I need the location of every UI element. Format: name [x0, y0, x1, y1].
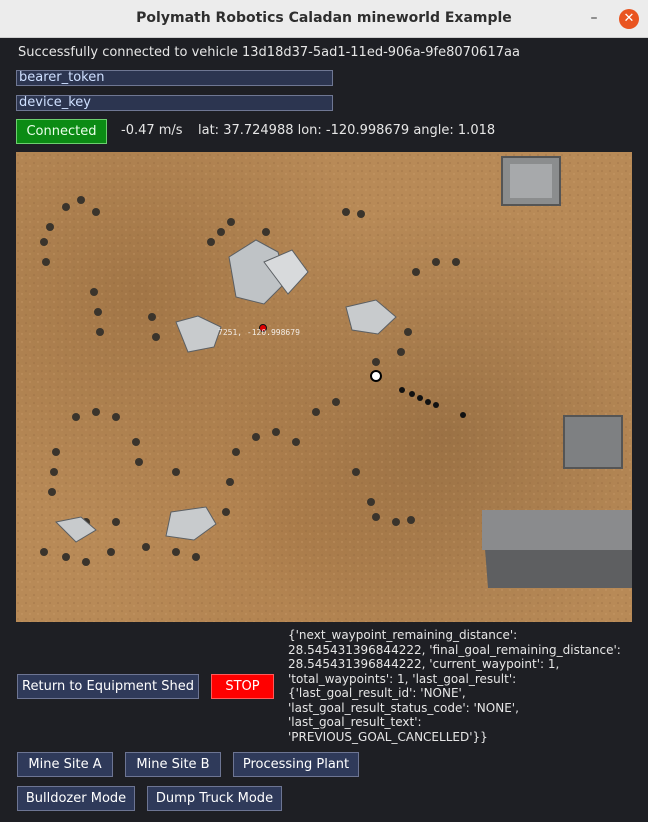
aerial-map[interactable]: 7251, -120.998679 — [16, 152, 632, 622]
map-coordinate-label: 7251, -120.998679 — [218, 328, 300, 337]
connected-button[interactable]: Connected — [16, 119, 107, 144]
position-readout: lat: 37.724988 lon: -120.998679 angle: 1… — [198, 123, 496, 138]
speed-readout: -0.47 m/s — [121, 123, 183, 138]
goal-status-text: {'next_waypoint_remaining_distance': 28.… — [288, 628, 621, 744]
stop-button[interactable]: STOP — [211, 674, 274, 699]
close-button[interactable]: ✕ — [619, 9, 639, 29]
return-to-equipment-shed-button[interactable]: Return to Equipment Shed — [17, 674, 199, 699]
minimize-button[interactable]: – — [586, 10, 602, 26]
bulldozer-mode-button[interactable]: Bulldozer Mode — [17, 786, 135, 811]
connection-status-text: Successfully connected to vehicle 13d18d… — [18, 45, 520, 60]
title-bar: Polymath Robotics Caladan mineworld Exam… — [0, 0, 648, 38]
mine-site-a-button[interactable]: Mine Site A — [17, 752, 113, 777]
processing-plant-button[interactable]: Processing Plant — [233, 752, 359, 777]
app-window: Polymath Robotics Caladan mineworld Exam… — [0, 0, 648, 822]
device-key-field[interactable] — [16, 95, 333, 111]
window-title: Polymath Robotics Caladan mineworld Exam… — [136, 10, 512, 26]
dump-truck-mode-button[interactable]: Dump Truck Mode — [147, 786, 282, 811]
mine-site-b-button[interactable]: Mine Site B — [125, 752, 221, 777]
map-canvas — [16, 152, 632, 622]
bearer-token-field[interactable] — [16, 70, 333, 86]
